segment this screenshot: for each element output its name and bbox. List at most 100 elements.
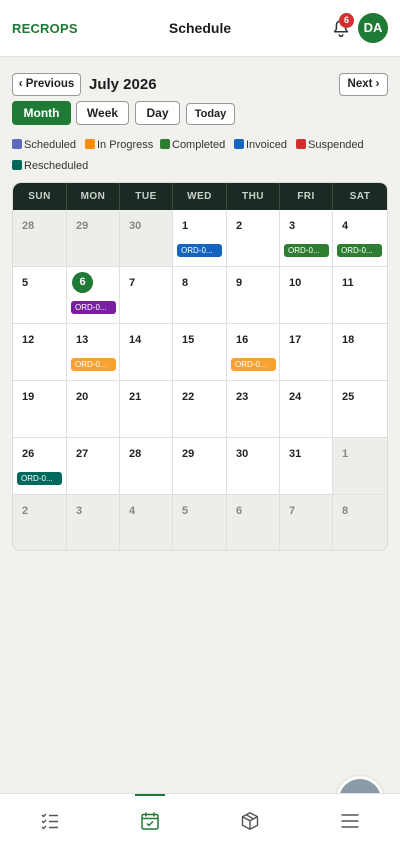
- view-month-button[interactable]: Month: [12, 101, 71, 125]
- calendar-day-cell[interactable]: 12: [13, 324, 67, 381]
- day-number: 11: [342, 277, 354, 289]
- day-number: 17: [289, 334, 302, 346]
- day-number: 30: [129, 220, 142, 232]
- day-number: 1: [182, 220, 189, 232]
- order-event-chip[interactable]: ORD-0...: [177, 244, 222, 257]
- calendar-day-cell[interactable]: 4 ORD-0...: [333, 210, 387, 267]
- calendar-day-cell[interactable]: 14: [120, 324, 173, 381]
- day-number: 4: [342, 220, 349, 232]
- day-number: 28: [22, 220, 35, 232]
- day-number: 29: [76, 220, 89, 232]
- view-day-button[interactable]: Day: [135, 101, 180, 125]
- day-number: 19: [22, 391, 35, 403]
- calendar-day-cell[interactable]: 30: [120, 210, 173, 267]
- calendar-day-cell[interactable]: 29: [67, 210, 120, 267]
- calendar-day-cell[interactable]: 22: [173, 381, 227, 438]
- day-number: 15: [182, 334, 195, 346]
- day-number: 16: [236, 334, 249, 346]
- calendar-day-cell[interactable]: 8: [333, 495, 387, 550]
- calendar-day-cell[interactable]: 29: [173, 438, 227, 495]
- legend-label: Invoiced: [246, 139, 287, 151]
- calendar-day-cell[interactable]: 7: [280, 495, 333, 550]
- nav-schedule[interactable]: [100, 794, 200, 848]
- today-button[interactable]: Today: [186, 103, 235, 125]
- calendar-day-cell[interactable]: 8: [173, 267, 227, 324]
- calendar-day-cell[interactable]: 2: [13, 495, 67, 550]
- legend-label: Completed: [172, 139, 226, 151]
- calendar-day-cell[interactable]: 19: [13, 381, 67, 438]
- day-number: 12: [22, 334, 35, 346]
- day-number: 22: [182, 391, 195, 403]
- calendar-day-cell[interactable]: 28: [120, 438, 173, 495]
- calendar-day-cell[interactable]: 16 ORD-0...: [227, 324, 280, 381]
- order-event-chip[interactable]: ORD-0...: [17, 472, 62, 485]
- order-event-chip[interactable]: ORD-0...: [337, 244, 382, 257]
- day-number: 14: [129, 334, 142, 346]
- calendar-day-cell[interactable]: 17: [280, 324, 333, 381]
- calendar-day-cell[interactable]: 4: [120, 495, 173, 550]
- calendar-day-cell[interactable]: 5: [173, 495, 227, 550]
- previous-month-button[interactable]: ‹ Previous: [12, 73, 81, 96]
- day-number: 8: [182, 277, 189, 289]
- legend-swatch: [12, 139, 22, 149]
- legend-label: Scheduled: [24, 139, 76, 151]
- calendar-day-cell[interactable]: 7: [120, 267, 173, 324]
- calendar-day-cell[interactable]: 13 ORD-0...: [67, 324, 120, 381]
- calendar-day-cell[interactable]: 23: [227, 381, 280, 438]
- month-label: July 2026: [89, 76, 157, 93]
- calendar-day-cell[interactable]: 28: [13, 210, 67, 267]
- order-event-chip[interactable]: ORD-0...: [71, 301, 116, 314]
- calendar-day-cell[interactable]: 3 ORD-0...: [280, 210, 333, 267]
- day-number: 29: [182, 448, 195, 460]
- calendar-day-cell[interactable]: 18: [333, 324, 387, 381]
- legend-item-completed: Completed: [160, 138, 225, 152]
- menu-icon: [341, 814, 359, 828]
- weekday-sun: SUN: [13, 183, 67, 210]
- legend-swatch: [12, 160, 22, 170]
- calendar-day-cell[interactable]: 2: [227, 210, 280, 267]
- bottom-navigation: [0, 793, 400, 848]
- calendar-day-cell[interactable]: 6: [227, 495, 280, 550]
- today-marker: 6: [72, 272, 93, 293]
- calendar-day-cell[interactable]: 5: [13, 267, 67, 324]
- calendar-day-cell[interactable]: 27: [67, 438, 120, 495]
- calendar-day-cell[interactable]: 11: [333, 267, 387, 324]
- calendar-day-cell[interactable]: 10: [280, 267, 333, 324]
- day-number: 2: [236, 220, 243, 232]
- weekday-thu: THU: [227, 183, 280, 210]
- weekday-wed: WED: [173, 183, 227, 210]
- order-event-chip[interactable]: ORD-0...: [71, 358, 116, 371]
- calendar-day-cell[interactable]: 6 ORD-0...: [67, 267, 120, 324]
- calendar-day-cell[interactable]: 9: [227, 267, 280, 324]
- day-number: 6: [236, 505, 243, 517]
- calendar-day-cell[interactable]: 1: [333, 438, 387, 495]
- calendar-day-cell[interactable]: 3: [67, 495, 120, 550]
- calendar-day-cell[interactable]: 15: [173, 324, 227, 381]
- day-number: 9: [236, 277, 243, 289]
- calendar-day-cell[interactable]: 24: [280, 381, 333, 438]
- avatar[interactable]: DA: [358, 13, 388, 43]
- calendar-day-cell[interactable]: 20: [67, 381, 120, 438]
- view-week-button[interactable]: Week: [76, 101, 129, 125]
- calendar-check-icon: [141, 812, 159, 830]
- calendar-day-cell[interactable]: 26 ORD-0...: [13, 438, 67, 495]
- day-number: 21: [129, 391, 142, 403]
- calendar-grid: SUN MON TUE WED THU FRI SAT 28 29 30 1 ORD-0... 2 3 O…: [12, 182, 388, 551]
- next-month-button[interactable]: Next ›: [339, 73, 388, 96]
- order-event-chip[interactable]: ORD-0...: [284, 244, 329, 257]
- calendar-day-cell[interactable]: 25: [333, 381, 387, 438]
- order-event-chip[interactable]: ORD-0...: [231, 358, 276, 371]
- day-number: 20: [76, 391, 89, 403]
- legend-label: Suspended: [308, 139, 364, 151]
- nav-inventory[interactable]: [200, 794, 300, 848]
- nav-tasks[interactable]: [0, 794, 100, 848]
- day-number: 27: [76, 448, 89, 460]
- day-number: 13: [76, 334, 89, 346]
- calendar-day-cell[interactable]: 31: [280, 438, 333, 495]
- calendar-day-cell[interactable]: 1 ORD-0...: [173, 210, 227, 267]
- calendar-day-cell[interactable]: 30: [227, 438, 280, 495]
- nav-menu[interactable]: [300, 794, 400, 848]
- legend-item-scheduled: Scheduled: [12, 138, 76, 152]
- calendar-day-cell[interactable]: 21: [120, 381, 173, 438]
- checklist-icon: [41, 813, 58, 830]
